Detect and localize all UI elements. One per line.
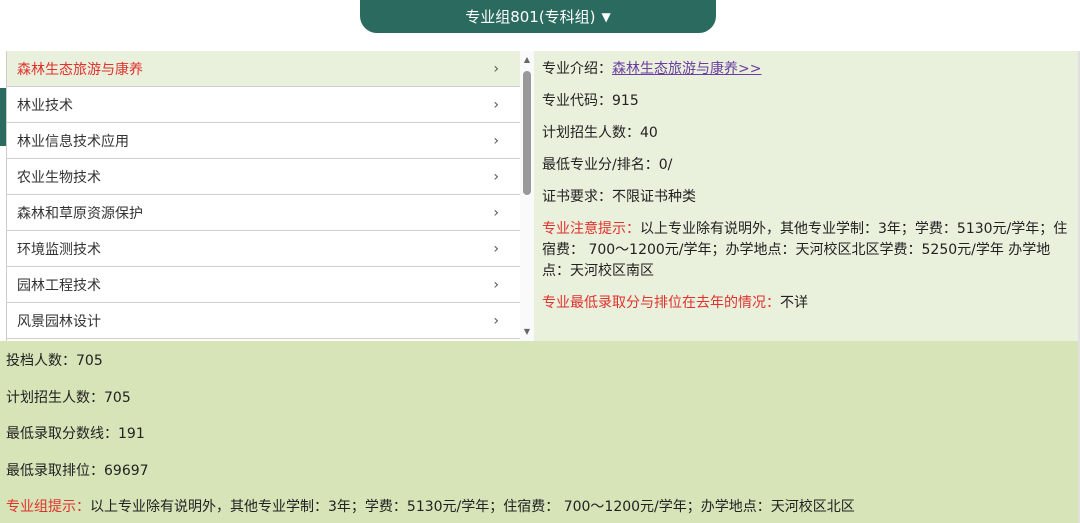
major-list-item[interactable]: 农业生物技术 › <box>7 159 521 195</box>
major-list-item[interactable]: 森林和草原资源保护 › <box>7 195 521 231</box>
major-notice-label: 专业注意提示： <box>542 221 640 237</box>
group-plan-value: 705 <box>104 389 131 406</box>
major-intro-label: 专业介绍： <box>542 61 612 77</box>
major-list-item[interactable]: 环境监测技术 › <box>7 231 521 267</box>
chevron-right-icon: › <box>493 204 499 221</box>
scroll-thumb[interactable] <box>523 71 531 195</box>
major-plan-row: 计划招生人数：40 <box>542 123 1070 144</box>
group-tip-row: 专业组提示：以上专业除有说明外，其他专业学制：3年；学费：5130元/学年；住宿… <box>6 497 1072 518</box>
certificate-value: 不限证书种类 <box>612 189 696 205</box>
major-list-item-label: 风景园林设计 <box>17 313 101 330</box>
chevron-right-icon: › <box>493 60 499 77</box>
major-list-item[interactable]: 风景园林设计 › <box>7 303 521 339</box>
group-plan-row: 计划招生人数：705 <box>6 388 1072 409</box>
chevron-right-icon: › <box>493 276 499 293</box>
major-list-item[interactable]: 园林工程技术 › <box>7 267 521 303</box>
major-list-item-label: 森林生态旅游与康养 <box>17 61 143 78</box>
group-tip-text: 以上专业除有说明外，其他专业学制：3年；学费：5130元/学年；住宿费： 700… <box>90 499 855 515</box>
certificate-row: 证书要求：不限证书种类 <box>542 187 1070 208</box>
major-min-score-label: 最低专业分/排名： <box>542 157 659 173</box>
last-year-value: 不详 <box>780 295 808 311</box>
major-list-item[interactable]: 森林生态旅游与康养 › <box>7 51 521 87</box>
scroll-up-arrow-icon[interactable]: ▲ <box>520 53 534 67</box>
major-intro-row: 专业介绍：森林生态旅游与康养>> <box>542 59 1070 80</box>
major-code-value: 915 <box>612 93 639 109</box>
min-score-label: 最低录取分数线： <box>6 426 118 442</box>
major-list-item-label: 环境监测技术 <box>17 241 101 258</box>
major-code-row: 专业代码：915 <box>542 91 1070 112</box>
major-min-score-value: 0/ <box>658 157 673 173</box>
major-min-score-row: 最低专业分/排名：0/ <box>542 155 1070 176</box>
major-list: 森林生态旅游与康养 › 林业技术 › 林业信息技术应用 › 农业生物技术 › 森林和草原资源保护… <box>6 51 521 341</box>
chevron-right-icon: › <box>493 240 499 257</box>
min-rank-label: 最低录取排位： <box>6 462 104 479</box>
last-year-row: 专业最低录取分与排位在去年的情况：不详 <box>542 293 1070 314</box>
chevron-right-icon: › <box>493 132 499 149</box>
min-score-row: 最低录取分数线：191 <box>6 424 1072 445</box>
major-list-item-label: 园林工程技术 <box>17 277 101 294</box>
major-notice-row: 专业注意提示：以上专业除有说明外，其他专业学制：3年；学费：5130元/学年；住… <box>542 219 1070 282</box>
major-code-label: 专业代码： <box>542 93 612 109</box>
chevron-right-icon: › <box>493 96 499 113</box>
major-list-item-label: 农业生物技术 <box>17 169 101 186</box>
filed-count-row: 投档人数：705 <box>6 351 1072 372</box>
filed-count-value: 705 <box>76 353 103 369</box>
group-tip-label: 专业组提示： <box>6 499 90 515</box>
chevron-right-icon: › <box>493 312 499 329</box>
major-plan-value: 40 <box>640 125 658 141</box>
group-summary-panel: 投档人数：705 计划招生人数：705 最低录取分数线：191 最低录取排位：6… <box>0 341 1078 523</box>
min-score-value: 191 <box>118 426 145 442</box>
major-detail-panel: 专业介绍：森林生态旅游与康养>> 专业代码：915 计划招生人数：40 最低专业… <box>534 51 1078 341</box>
major-group-dropdown[interactable]: 专业组801(专科组) ▼ <box>360 0 716 33</box>
chevron-right-icon: › <box>493 168 499 185</box>
caret-down-icon: ▼ <box>601 9 611 24</box>
major-list-item-label: 林业信息技术应用 <box>17 133 129 150</box>
major-list-item-label: 林业技术 <box>17 97 73 114</box>
major-list-item-label: 森林和草原资源保护 <box>17 205 143 222</box>
certificate-label: 证书要求： <box>542 189 612 205</box>
last-year-label: 专业最低录取分与排位在去年的情况： <box>542 295 780 311</box>
major-intro-link[interactable]: 森林生态旅游与康养>> <box>612 61 761 77</box>
scroll-down-arrow-icon[interactable]: ▼ <box>520 325 534 339</box>
major-group-label: 专业组801(专科组) <box>465 8 596 26</box>
major-plan-label: 计划招生人数： <box>542 125 640 141</box>
scrollbar[interactable]: ▲ ▼ <box>520 51 534 341</box>
major-list-item[interactable]: 林业信息技术应用 › <box>7 123 521 159</box>
group-plan-label: 计划招生人数： <box>6 389 104 406</box>
min-rank-value: 69697 <box>104 462 149 479</box>
filed-count-label: 投档人数： <box>6 353 76 369</box>
major-list-item[interactable]: 林业技术 › <box>7 87 521 123</box>
min-rank-row: 最低录取排位：69697 <box>6 461 1072 482</box>
major-list-panel: 森林生态旅游与康养 › 林业技术 › 林业信息技术应用 › 农业生物技术 › 森林和草原资源保护… <box>6 51 534 341</box>
